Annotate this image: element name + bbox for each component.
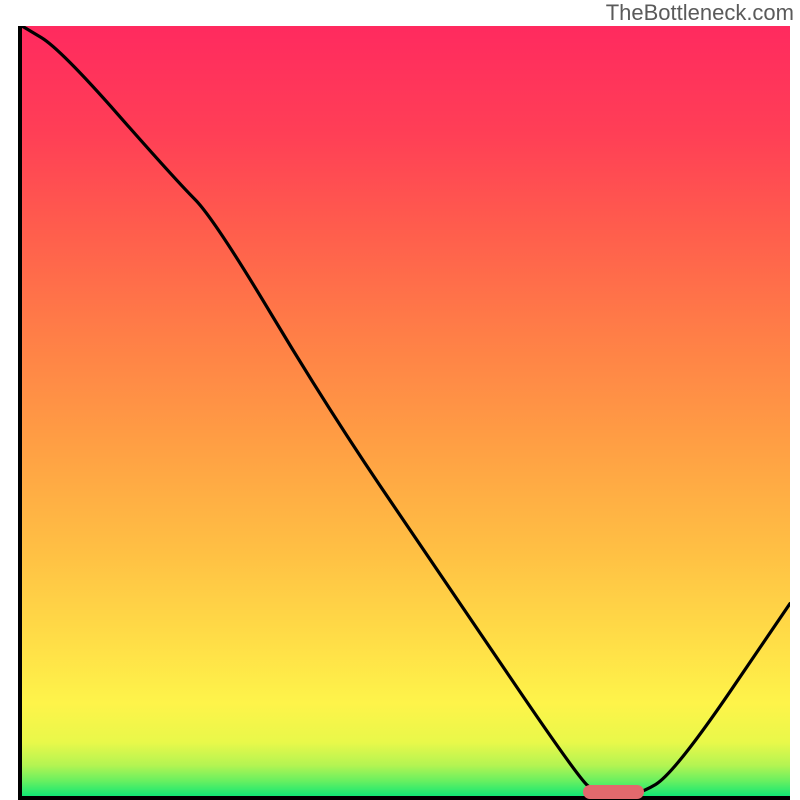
chart-container: TheBottleneck.com — [0, 0, 800, 800]
bottleneck-curve — [22, 26, 790, 796]
watermark-text: TheBottleneck.com — [606, 0, 794, 26]
curve-path — [22, 26, 790, 796]
plot-area — [18, 26, 790, 800]
optimal-marker — [583, 785, 644, 799]
